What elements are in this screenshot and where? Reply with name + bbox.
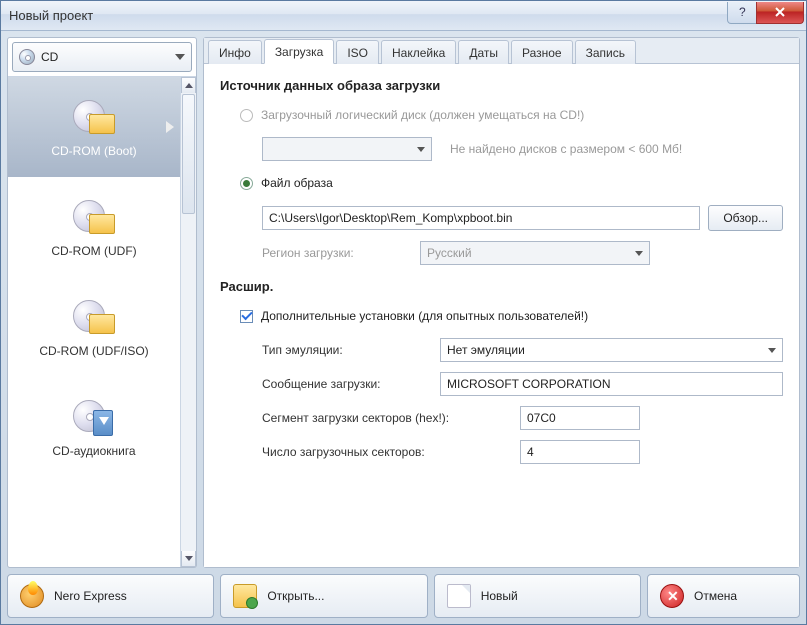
emulation-type-value: Нет эмуляции [447,343,525,357]
image-file-path-value: C:\Users\Igor\Desktop\Rem_Komp\xpboot.bi… [269,211,512,225]
emulation-type-combo[interactable]: Нет эмуляции [440,338,783,362]
radio-image-file-label: Файл образа [261,176,333,190]
scroll-thumb[interactable] [182,94,195,214]
left-column: CD CD-ROM (Boot) CD-ROM (UDF) [7,37,197,568]
bottom-bar: Nero Express Открыть... Новый Отмена [7,574,800,618]
open-button[interactable]: Открыть... [220,574,427,618]
load-segment-input[interactable]: 07C0 [520,406,640,430]
nero-express-label: Nero Express [54,589,127,603]
project-item-cdrom-udf[interactable]: CD-ROM (UDF) [8,177,180,277]
tab-burn[interactable]: Запись [575,40,636,64]
tab-info[interactable]: Инфо [208,40,262,64]
boot-source-heading: Источник данных образа загрузки [220,78,783,93]
load-segment-label: Сегмент загрузки секторов (hex!): [262,411,512,425]
new-button[interactable]: Новый [434,574,641,618]
sector-count-label: Число загрузочных секторов: [262,445,512,459]
project-icon [73,396,115,438]
boot-region-value: Русский [427,246,472,260]
scrollbar[interactable] [180,77,196,567]
radio-boot-logical-disk [240,109,253,122]
scroll-up-button[interactable] [181,77,196,93]
project-item-label: CD-ROM (Boot) [51,144,136,158]
project-item-label: CD-аудиокнига [52,444,135,458]
cancel-icon [660,584,684,608]
svg-text:?: ? [739,6,746,18]
new-icon [447,584,471,608]
chevron-down-icon [175,54,185,60]
boot-message-value: MICROSOFT CORPORATION [447,377,611,391]
new-label: Новый [481,589,518,603]
boot-region-label: Регион загрузки: [262,246,412,260]
disc-icon [19,49,35,65]
nero-express-button[interactable]: Nero Express [7,574,214,618]
scroll-down-button[interactable] [181,551,196,567]
open-label: Открыть... [267,589,324,603]
boot-region-combo: Русский [420,241,650,265]
image-file-path-input[interactable]: C:\Users\Igor\Desktop\Rem_Komp\xpboot.bi… [262,206,700,230]
project-icon [73,296,115,338]
advanced-heading: Расшир. [220,279,783,294]
tab-content: Источник данных образа загрузки Загрузоч… [204,64,799,567]
radio-boot-logical-disk-label: Загрузочный логический диск (должен умещ… [261,108,584,122]
project-item-cdrom-udfiso[interactable]: CD-ROM (UDF/ISO) [8,277,180,377]
right-column: Инфо Загрузка ISO Наклейка Даты Разное З… [203,37,800,568]
window-buttons: ? [728,2,804,24]
load-segment-value: 07C0 [527,411,556,425]
cancel-button[interactable]: Отмена [647,574,800,618]
help-button[interactable]: ? [727,2,757,24]
titlebar: Новый проект ? [1,1,806,31]
project-icon [73,196,115,238]
tabs: Инфо Загрузка ISO Наклейка Даты Разное З… [204,38,799,64]
chevron-up-icon [185,83,193,88]
disc-type-select[interactable]: CD [12,42,192,72]
cancel-label: Отмена [694,589,737,603]
close-icon [774,6,786,18]
radio-image-file[interactable] [240,177,253,190]
emulation-type-label: Тип эмуляции: [262,343,432,357]
advanced-checkbox-label: Дополнительные установки (для опытных по… [261,309,588,323]
advanced-checkbox[interactable] [240,310,253,323]
window-title: Новый проект [9,8,728,23]
sector-count-input[interactable]: 4 [520,440,640,464]
project-item-cd-audiobook[interactable]: CD-аудиокнига [8,377,180,477]
boot-message-input[interactable]: MICROSOFT CORPORATION [440,372,783,396]
chevron-down-icon [635,251,643,256]
project-item-cdrom-boot[interactable]: CD-ROM (Boot) [8,77,180,177]
window-body: CD CD-ROM (Boot) CD-ROM (UDF) [1,31,806,624]
window: Новый проект ? CD [0,0,807,625]
disc-type-label: CD [41,50,169,64]
nero-icon [20,584,44,608]
logical-disk-combo [262,137,432,161]
work-row: CD CD-ROM (Boot) CD-ROM (UDF) [7,37,800,568]
tab-misc[interactable]: Разное [511,40,573,64]
browse-button[interactable]: Обзор... [708,205,783,231]
sector-count-value: 4 [527,445,534,459]
project-item-label: CD-ROM (UDF/ISO) [39,344,148,358]
close-button[interactable] [756,2,804,24]
chevron-down-icon [185,556,193,561]
tab-dates[interactable]: Даты [458,40,509,64]
project-list: CD-ROM (Boot) CD-ROM (UDF) CD-ROM (UDF/I… [8,76,196,567]
tab-boot[interactable]: Загрузка [264,39,335,64]
tab-iso[interactable]: ISO [336,40,379,64]
no-disks-message: Не найдено дисков с размером < 600 Мб! [450,142,682,156]
project-item-label: CD-ROM (UDF) [51,244,136,258]
tab-label[interactable]: Наклейка [381,40,456,64]
chevron-down-icon [417,147,425,152]
open-icon [233,584,257,608]
help-icon: ? [736,6,748,18]
chevron-down-icon [768,348,776,353]
boot-message-label: Сообщение загрузки: [262,377,432,391]
project-icon [73,96,115,138]
